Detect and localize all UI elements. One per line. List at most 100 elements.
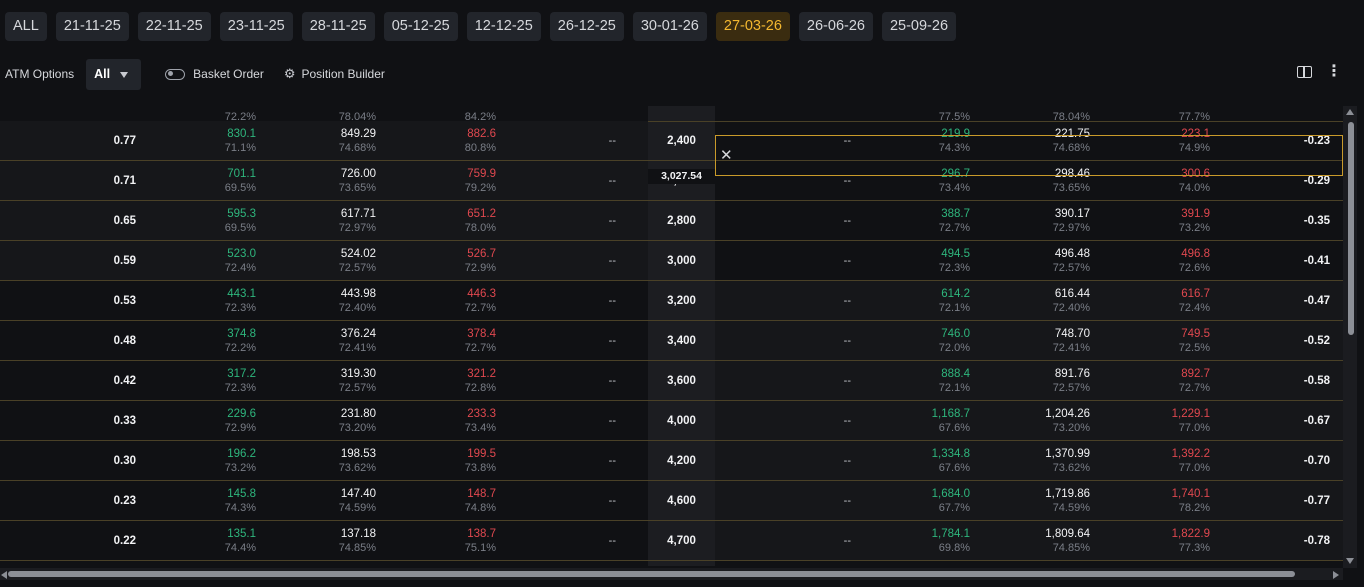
price-cell[interactable]: 319.30 72.57% [339,367,376,395]
price-cell[interactable]: 746.0 72.0% [939,327,970,355]
price-cell[interactable]: 1,229.1 77.0% [1172,407,1210,435]
expiry-tab[interactable]: 26-06-26 [798,11,873,41]
price-cell[interactable]: 233.3 73.4% [465,407,496,435]
price-cell[interactable]: 199.5 73.8% [465,447,496,475]
expiry-tab[interactable]: 12-12-25 [466,11,541,41]
price-cell[interactable]: 614.2 72.1% [939,287,970,315]
price-cell[interactable]: 882.6 80.8% [465,127,496,155]
price-cell[interactable]: 391.9 73.2% [1179,207,1210,235]
price-cell[interactable]: 135.1 74.4% [225,527,256,555]
price-cell[interactable]: 198.53 73.62% [339,447,376,475]
table-row[interactable]: 0.48 374.8 72.2% 376.24 72.41% 378.4 72.7% -- 3,… [0,321,1343,361]
price-cell[interactable]: 849.29 74.68% [339,127,376,155]
price-cell[interactable]: 446.3 72.7% [465,287,496,315]
price-cell[interactable]: 137.18 74.85% [339,527,376,555]
price-cell[interactable]: 748.70 72.41% [1053,327,1090,355]
scroll-right-arrow-icon[interactable] [1333,571,1339,579]
expiry-tab[interactable]: 21-11-25 [55,11,129,41]
price-cell[interactable]: 145.8 74.3% [225,487,256,515]
price-cell[interactable]: 617.71 72.97% [339,207,376,235]
scroll-down-arrow-icon[interactable] [1346,558,1354,564]
price-cell[interactable]: 595.3 69.5% [225,207,256,235]
price-cell[interactable]: 298.46 73.65% [1053,167,1090,195]
table-row[interactable]: 0.77 830.1 71.1% 849.29 74.68% 882.6 80.8% -- 2,… [0,121,1343,161]
table-row[interactable]: 0.42 317.2 72.3% 319.30 72.57% 321.2 72.8% -- 3,… [0,361,1343,401]
price-cell[interactable]: 496.48 72.57% [1053,247,1090,275]
price-cell[interactable]: 148.7 74.8% [465,487,496,515]
table-row[interactable]: 0.65 595.3 69.5% 617.71 72.97% 651.2 78.0% -- 2,… [0,201,1343,241]
close-icon[interactable]: ✕ [720,146,733,164]
price-cell[interactable]: 1,392.2 77.0% [1172,447,1210,475]
expiry-tab[interactable]: 23-11-25 [219,11,293,41]
price-cell[interactable]: 196.2 73.2% [225,447,256,475]
price-cell[interactable]: 1,684.0 67.7% [932,487,970,515]
price-cell[interactable]: 1,809.64 74.85% [1045,527,1090,555]
expiry-tab[interactable]: 05-12-25 [383,11,458,41]
atm-options-dropdown[interactable]: All [86,58,142,90]
vertical-scroll-thumb[interactable] [1348,122,1354,335]
expiry-tab[interactable]: ALL [5,11,47,41]
scroll-up-arrow-icon[interactable] [1346,109,1354,115]
price-cell[interactable]: 888.4 72.1% [939,367,970,395]
price-cell[interactable]: 317.2 72.3% [225,367,256,395]
basket-order-label[interactable]: Basket Order [193,67,264,81]
position-builder-label[interactable]: Position Builder [302,67,385,81]
price-cell[interactable]: 378.4 72.7% [465,327,496,355]
expiry-tab[interactable]: 26-12-25 [549,11,624,41]
table-row[interactable]: 0.53 443.1 72.3% 443.98 72.40% 446.3 72.7% -- 3,… [0,281,1343,321]
book-icon[interactable] [1297,66,1312,78]
price-cell[interactable]: 443.98 72.40% [339,287,376,315]
price-cell[interactable]: 321.2 72.8% [465,367,496,395]
expiry-tab[interactable]: 22-11-25 [137,11,211,41]
price-cell[interactable]: 388.7 72.7% [939,207,970,235]
price-cell[interactable]: 701.1 69.5% [225,167,256,195]
price-cell[interactable]: 749.5 72.5% [1179,327,1210,355]
price-cell[interactable]: 524.02 72.57% [339,247,376,275]
price-cell[interactable]: 1,370.99 73.62% [1045,447,1090,475]
horizontal-scroll-thumb[interactable] [8,571,1295,577]
price-cell[interactable]: 443.1 72.3% [225,287,256,315]
table-row[interactable]: 0.59 523.0 72.4% 524.02 72.57% 526.7 72.9% -- 3,… [0,241,1343,281]
price-cell[interactable]: 759.9 79.2% [465,167,496,195]
price-cell[interactable]: 219.9 74.3% [939,127,970,155]
price-cell[interactable]: 221.75 74.68% [1053,127,1090,155]
price-cell[interactable]: 229.6 72.9% [225,407,256,435]
price-cell[interactable]: 616.44 72.40% [1053,287,1090,315]
price-cell[interactable]: 616.7 72.4% [1179,287,1210,315]
price-cell[interactable]: 147.40 74.59% [339,487,376,515]
expiry-tab[interactable]: 27-03-26 [715,11,790,41]
table-row[interactable]: 0.22 135.1 74.4% 137.18 74.85% 138.7 75.1% -- 4,… [0,521,1343,561]
price-cell[interactable]: 223.1 74.9% [1179,127,1210,155]
price-cell[interactable]: 296.7 73.4% [939,167,970,195]
table-row[interactable]: 0.23 145.8 74.3% 147.40 74.59% 148.7 74.8% -- 4,… [0,481,1343,521]
price-cell[interactable]: 374.8 72.2% [225,327,256,355]
table-row[interactable]: 72.2% 78.04% 84.2% 77.5% 78.04% 77.7% [0,106,1343,123]
price-cell[interactable]: 1,204.26 73.20% [1045,407,1090,435]
expiry-tab[interactable]: 30-01-26 [632,11,707,41]
price-cell[interactable]: 526.7 72.9% [465,247,496,275]
price-cell[interactable]: 1,719.86 74.59% [1045,487,1090,515]
price-cell[interactable]: 891.76 72.57% [1053,367,1090,395]
table-row[interactable]: 0.30 196.2 73.2% 198.53 73.62% 199.5 73.8% -- 4,… [0,441,1343,481]
price-cell[interactable]: 376.24 72.41% [339,327,376,355]
price-cell[interactable]: 231.80 73.20% [339,407,376,435]
price-cell[interactable]: 390.17 72.97% [1053,207,1090,235]
price-cell[interactable]: 726.00 73.65% [339,167,376,195]
expiry-tab[interactable]: 28-11-25 [301,11,375,41]
more-options-icon[interactable]: ⋮ [1326,64,1342,80]
price-cell[interactable]: 892.7 72.7% [1179,367,1210,395]
price-cell[interactable]: 523.0 72.4% [225,247,256,275]
price-cell[interactable]: 1,168.7 67.6% [932,407,970,435]
price-cell[interactable]: 651.2 78.0% [465,207,496,235]
price-cell[interactable]: 1,822.9 77.3% [1172,527,1210,555]
gear-icon[interactable]: ⚙ [284,66,296,82]
expiry-tab[interactable]: 25-09-26 [881,11,957,41]
price-cell[interactable]: 300.6 74.0% [1179,167,1210,195]
scroll-left-arrow-icon[interactable] [1,571,7,579]
price-cell[interactable]: 494.5 72.3% [939,247,970,275]
price-cell[interactable]: 496.8 72.6% [1179,247,1210,275]
price-cell[interactable]: 830.1 71.1% [225,127,256,155]
price-cell[interactable]: 1,740.1 78.2% [1172,487,1210,515]
price-cell[interactable]: 1,784.1 69.8% [932,527,970,555]
price-cell[interactable]: 138.7 75.1% [465,527,496,555]
